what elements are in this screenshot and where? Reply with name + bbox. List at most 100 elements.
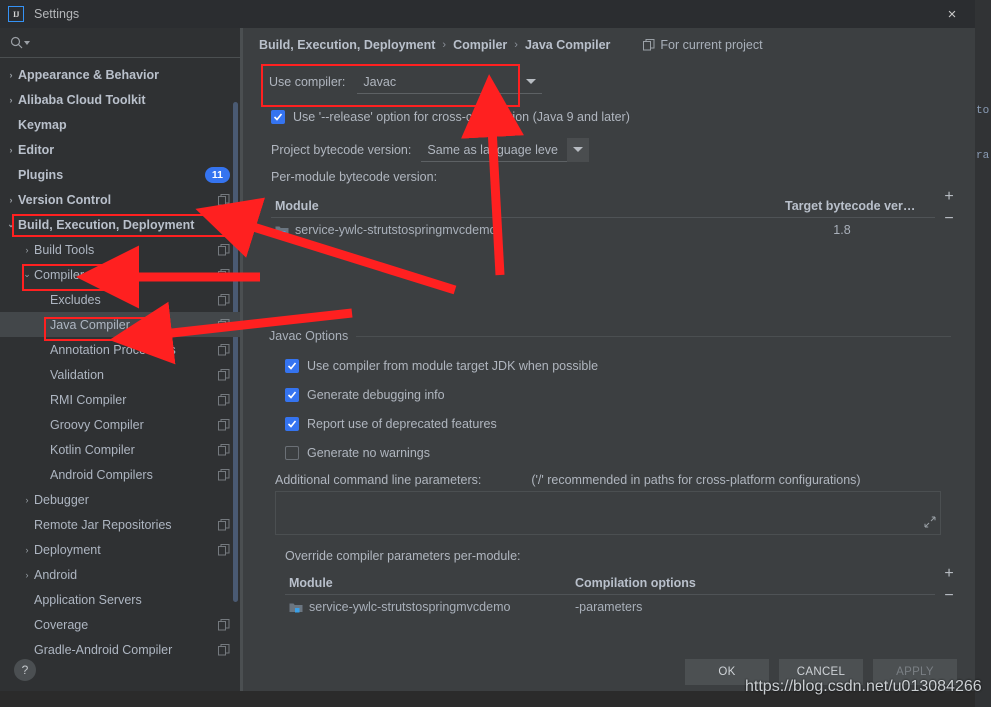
project-bytecode-select[interactable]: Same as language leve (421, 137, 590, 162)
sidebar-item-remote-jar-repositories[interactable]: Remote Jar Repositories (0, 512, 240, 537)
search-input[interactable] (36, 32, 230, 53)
sidebar-item-plugins[interactable]: Plugins 11 (0, 162, 240, 187)
javac-option-checkbox[interactable] (285, 387, 299, 402)
sidebar-item-label: Annotation Processors (50, 342, 176, 357)
copy-settings-icon[interactable] (218, 243, 230, 256)
sidebar-item-groovy-compiler[interactable]: Groovy Compiler (0, 412, 240, 437)
javac-option-row[interactable]: Report use of deprecated features (285, 409, 959, 438)
sidebar-item-compiler[interactable]: ⌄ Compiler (0, 262, 240, 287)
remove-bytecode-row-button[interactable]: − (939, 208, 959, 230)
sidebar-item-excludes[interactable]: Excludes (0, 287, 240, 312)
chevron-down-icon[interactable] (567, 137, 590, 162)
settings-content: Build, Execution, Deployment › Compiler … (243, 28, 975, 691)
copy-settings-icon[interactable] (218, 468, 230, 481)
table-row[interactable]: service-ywlc-strutstospringmvcdemo -para… (285, 595, 935, 619)
javac-option-checkbox[interactable] (285, 416, 299, 431)
additional-params-hint: ('/' recommended in paths for cross-plat… (531, 473, 861, 487)
use-compiler-select[interactable]: Javac (357, 70, 543, 94)
sidebar-item-validation[interactable]: Validation (0, 362, 240, 387)
chevron-right-icon[interactable]: › (4, 70, 18, 80)
chevron-down-icon[interactable] (520, 71, 542, 93)
javac-option-checkbox[interactable] (285, 445, 299, 460)
use-release-option-checkbox[interactable] (271, 110, 285, 124)
chevron-right-icon[interactable]: › (20, 570, 34, 580)
sidebar-item-kotlin-compiler[interactable]: Kotlin Compiler (0, 437, 240, 462)
sidebar-item-keymap[interactable]: Keymap (0, 112, 240, 137)
chevron-right-icon[interactable]: › (4, 145, 18, 155)
breadcrumb-segment-2[interactable]: Compiler (453, 38, 507, 52)
use-release-option-row[interactable]: Use '--release' option for cross-compila… (259, 104, 959, 130)
sidebar-item-application-servers[interactable]: Application Servers (0, 587, 240, 612)
plugins-update-badge: 11 (204, 166, 230, 183)
sidebar-item-build-tools[interactable]: › Build Tools (0, 237, 240, 262)
breadcrumb-segment-1[interactable]: Build, Execution, Deployment (259, 38, 435, 52)
sidebar-item-java-compiler[interactable]: Java Compiler (0, 312, 240, 337)
sidebar-item-deployment[interactable]: › Deployment (0, 537, 240, 562)
chevron-right-icon[interactable]: › (20, 245, 34, 255)
chevron-down-icon[interactable]: ⌄ (4, 219, 18, 230)
add-bytecode-row-button[interactable]: + (939, 186, 959, 208)
group-divider (356, 335, 951, 337)
table-row[interactable]: service-ywlc-strutstospringmvcdemo 1.8 (271, 218, 935, 242)
bytecode-col-module[interactable]: Module (271, 199, 785, 213)
sidebar-item-android[interactable]: › Android (0, 562, 240, 587)
help-button[interactable]: ? (14, 659, 36, 681)
chevron-right-icon[interactable]: › (4, 95, 18, 105)
javac-option-row[interactable]: Generate no warnings (285, 438, 959, 467)
sidebar-item-annotation-processors[interactable]: Annotation Processors (0, 337, 240, 362)
chevron-down-icon[interactable]: ⌄ (20, 269, 34, 280)
javac-option-checkbox[interactable] (285, 358, 299, 373)
sidebar-item-rmi-compiler[interactable]: RMI Compiler (0, 387, 240, 412)
bytecode-col-target[interactable]: Target bytecode ver… (785, 199, 935, 213)
javac-options-title: Javac Options (269, 329, 349, 343)
override-row-options[interactable]: -parameters (575, 600, 935, 614)
copy-settings-icon[interactable] (218, 543, 230, 556)
copy-settings-icon[interactable] (218, 268, 230, 281)
copy-settings-icon[interactable] (218, 343, 230, 356)
chevron-right-icon[interactable]: › (20, 495, 34, 505)
sidebar-item-label: Debugger (34, 492, 89, 507)
sidebar-item-version-control[interactable]: › Version Control (0, 187, 240, 212)
override-col-module[interactable]: Module (285, 576, 575, 590)
bytecode-table: Module Target bytecode ver… service-ywlc… (271, 189, 954, 242)
sidebar-item-editor[interactable]: › Editor (0, 137, 240, 162)
sidebar-item-debugger[interactable]: › Debugger (0, 487, 240, 512)
use-compiler-value: Javac (363, 74, 397, 89)
bytecode-row-target[interactable]: 1.8 (785, 223, 935, 237)
expand-icon[interactable] (924, 516, 936, 531)
sidebar-item-alibaba-cloud-toolkit[interactable]: › Alibaba Cloud Toolkit (0, 87, 240, 112)
chevron-right-icon[interactable]: › (4, 195, 18, 205)
copy-settings-icon[interactable] (218, 618, 230, 631)
javac-option-row[interactable]: Generate debugging info (285, 380, 959, 409)
copy-settings-icon[interactable] (218, 368, 230, 381)
search-row (0, 28, 240, 58)
copy-settings-icon[interactable] (218, 418, 230, 431)
breadcrumb-separator: › (442, 39, 447, 51)
search-filter-chevron-down-icon[interactable] (24, 40, 30, 45)
copy-settings-icon[interactable] (218, 443, 230, 456)
override-col-options[interactable]: Compilation options (575, 576, 935, 590)
copy-settings-icon[interactable] (218, 293, 230, 306)
sidebar-item-coverage[interactable]: Coverage (0, 612, 240, 637)
copy-settings-icon[interactable] (218, 318, 230, 331)
javac-option-label: Use compiler from module target JDK when… (307, 358, 599, 373)
copy-settings-icon[interactable] (218, 393, 230, 406)
sidebar-item-android-compilers[interactable]: Android Compilers (0, 462, 240, 487)
close-icon[interactable]: × (929, 0, 975, 28)
sidebar-item-appearance-behavior[interactable]: › Appearance & Behavior (0, 62, 240, 87)
search-icon[interactable] (10, 36, 30, 49)
javac-options-group: Javac Options (259, 329, 959, 343)
chevron-right-icon[interactable]: › (20, 545, 34, 555)
bytecode-table-controls: + − (939, 186, 959, 230)
javac-option-row[interactable]: Use compiler from module target JDK when… (285, 351, 959, 380)
additional-params-input[interactable] (275, 491, 941, 535)
copy-settings-icon[interactable] (218, 518, 230, 531)
sidebar-item-label: Alibaba Cloud Toolkit (18, 92, 146, 107)
copy-settings-icon[interactable] (218, 193, 230, 206)
sidebar-item-build-execution-deployment[interactable]: ⌄ Build, Execution, Deployment (0, 212, 240, 237)
remove-override-row-button[interactable]: − (939, 585, 959, 607)
add-override-row-button[interactable]: + (939, 563, 959, 585)
sidebar-item-label: Compiler (34, 267, 85, 282)
sidebar-item-label: Keymap (18, 117, 67, 132)
sidebar-item-label: Coverage (34, 617, 89, 632)
